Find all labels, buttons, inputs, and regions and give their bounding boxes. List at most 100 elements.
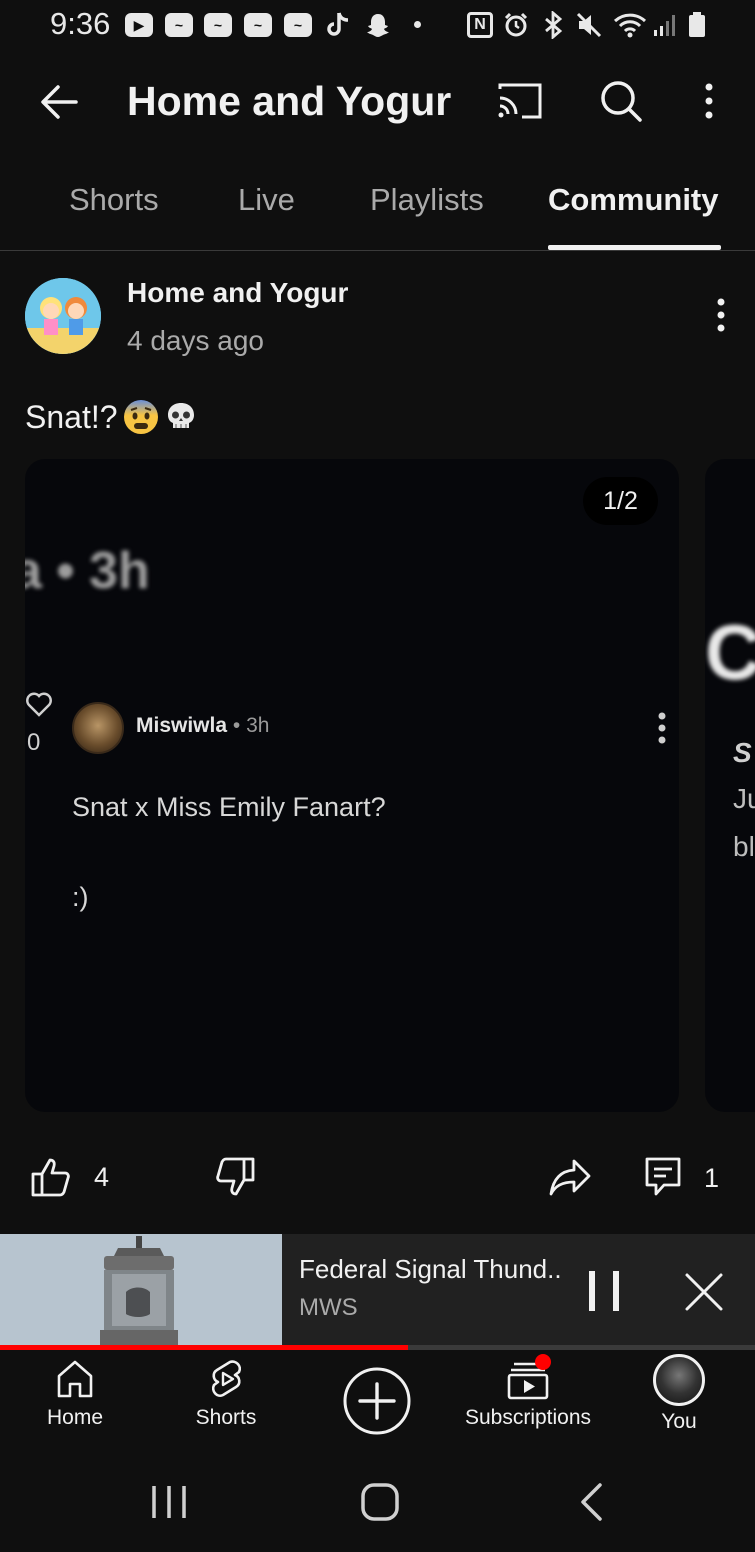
image-inner-author: Miswiwla • 3h [136,714,270,737]
nav-home[interactable]: Home [0,1358,150,1430]
post-image-card[interactable]: a • 3h 0 [25,459,679,1112]
nfc-icon: N [465,10,495,40]
comments-button[interactable]: 1 [644,1156,719,1200]
comment-icon [645,1157,681,1196]
share-button[interactable] [548,1156,592,1198]
nav-home-label: Home [46,1406,104,1429]
thumbs-up-icon [31,1158,70,1197]
next-image-peek-text: Ju [733,783,755,814]
alarm-icon [501,10,531,40]
nav-subscriptions-label: Subscriptions [464,1406,592,1429]
home-icon [57,1360,93,1398]
mini-player-thumbnail[interactable] [0,1234,282,1348]
post-text-content: Snat!? [25,398,118,435]
image-like-count: 0 [27,729,41,756]
more-notifications-dot [414,21,421,28]
mute-icon [574,10,604,40]
nav-shorts[interactable]: Shorts [151,1358,301,1430]
next-image-peek-text: S [733,737,752,768]
create-icon [343,1367,411,1435]
close-icon [685,1273,723,1311]
share-icon [549,1159,591,1196]
nfc-label: N [474,16,486,33]
image-more-icon [652,711,672,752]
post-author[interactable]: Home and Yogur [127,277,348,309]
app-notification-icon: ~ [243,10,273,40]
system-navigation-bar [0,1450,755,1552]
like-button[interactable]: 4 [30,1156,109,1198]
post-menu-button[interactable] [706,296,736,336]
notification-badge [535,1354,551,1370]
signal-icon [650,10,680,40]
arrow-left-icon [41,85,78,119]
mini-player-channel: MWS [299,1294,358,1321]
tab-live[interactable]: Live [238,182,295,218]
image-inner-author-name: Miswiwla [136,714,228,737]
post-text: Snat!? [25,398,198,436]
heart-icon [25,691,53,722]
tab-community[interactable]: Community [548,182,719,218]
recent-apps-icon [152,1486,186,1518]
youtube-notification-icon: ▶ [124,10,154,40]
snapchat-icon [363,10,393,40]
app-notification-icon: ~ [283,10,313,40]
more-vert-icon [705,83,713,119]
pause-icon [589,1271,619,1311]
status-time: 9:36 [50,6,111,41]
comment-count: 1 [704,1162,720,1193]
image-inner-avatar [72,702,124,754]
next-image-card[interactable]: C S Ju bl [705,459,755,1112]
nav-shorts-label: Shorts [195,1406,257,1429]
nav-create[interactable] [302,1366,452,1436]
back-button[interactable] [38,80,82,124]
wifi-icon [612,10,648,40]
avatar [653,1354,705,1406]
bottom-navigation: Home Shorts Subscriptions You [0,1350,755,1450]
next-image-peek-text: bl [733,831,755,862]
skull-emoji-icon [167,403,194,428]
app-notification-icon: ~ [164,10,194,40]
shorts-icon [211,1360,242,1397]
next-image-peek-text: C [705,608,755,696]
post-time: 4 days ago [127,325,264,356]
like-count: 4 [94,1161,110,1192]
nav-subscriptions[interactable]: Subscriptions [453,1354,603,1430]
chevron-left-icon [581,1483,602,1521]
image-inner-text: Snat x Miss Emily Fanart? [72,792,386,822]
tabs-divider [0,250,755,251]
status-bar: 9:36 ▶ ~ ~ ~ ~ N [0,0,755,50]
bluetooth-icon [538,10,568,40]
tab-shorts[interactable]: Shorts [69,182,159,218]
back-system-button[interactable] [578,1482,604,1527]
cast-button[interactable] [496,80,544,122]
more-options-button[interactable] [694,80,724,124]
image-counter: 1/2 [583,477,658,525]
more-vert-icon [717,298,725,332]
battery-icon [682,10,712,40]
cast-icon [498,83,542,119]
image-inner-smiley: :) [72,882,89,912]
mini-player-title[interactable]: Federal Signal Thund.. [299,1254,562,1285]
home-square-icon [361,1483,399,1521]
search-button[interactable] [598,78,644,124]
cartoon-avatar-image [25,278,101,354]
fearful-face-emoji-icon [123,400,158,434]
home-system-button[interactable] [360,1482,400,1527]
tiktok-icon [323,10,353,40]
channel-avatar[interactable] [25,278,101,354]
app-notification-icon: ~ [203,10,233,40]
blurred-header-text: a • 3h [25,542,150,600]
search-icon [601,81,642,122]
siren-thumbnail-image [0,1234,282,1348]
tab-playlists[interactable]: Playlists [370,182,484,218]
pause-button[interactable] [583,1268,629,1314]
image-inner-time: 3h [246,714,270,737]
dislike-button[interactable] [214,1156,256,1198]
close-mini-player-button[interactable] [682,1270,726,1314]
channel-title: Home and Yogur [127,78,452,124]
nav-you[interactable]: You [604,1354,754,1434]
mini-player[interactable]: Federal Signal Thund.. MWS [0,1234,755,1348]
thumbs-down-icon [216,1157,255,1196]
recent-apps-button[interactable] [150,1484,188,1525]
nav-you-label: You [661,1410,697,1433]
